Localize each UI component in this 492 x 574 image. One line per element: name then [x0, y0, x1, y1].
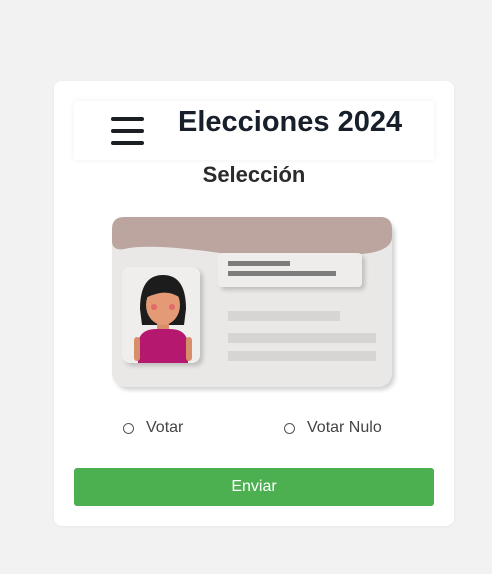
option-votar-nulo[interactable]: Votar Nulo	[284, 419, 382, 437]
menu-line	[111, 141, 144, 145]
text-line	[228, 333, 376, 343]
voting-card: Elecciones 2024 Selección Votar Votar Nu…	[54, 81, 454, 526]
menu-line	[111, 117, 144, 121]
text-line	[228, 311, 340, 321]
page-title: Elecciones 2024	[178, 106, 403, 138]
hamburger-menu-icon[interactable]	[111, 117, 145, 146]
option-votar-label: Votar	[146, 419, 184, 436]
section-subtitle: Selección	[202, 162, 306, 187]
option-votar-nulo-label: Votar Nulo	[307, 419, 382, 436]
option-votar[interactable]: Votar	[123, 419, 183, 437]
menu-line	[111, 129, 144, 133]
radio-votar[interactable]	[123, 422, 134, 434]
text-line	[228, 351, 376, 361]
vote-options: Votar Votar Nulo	[54, 419, 454, 443]
id-card-illustration	[112, 217, 392, 387]
info-line	[228, 271, 336, 276]
info-line	[228, 261, 290, 266]
submit-button[interactable]: Enviar	[74, 468, 434, 506]
radio-votar-nulo[interactable]	[284, 422, 295, 434]
header-bar: Elecciones 2024	[74, 101, 434, 160]
info-tag	[218, 253, 362, 287]
